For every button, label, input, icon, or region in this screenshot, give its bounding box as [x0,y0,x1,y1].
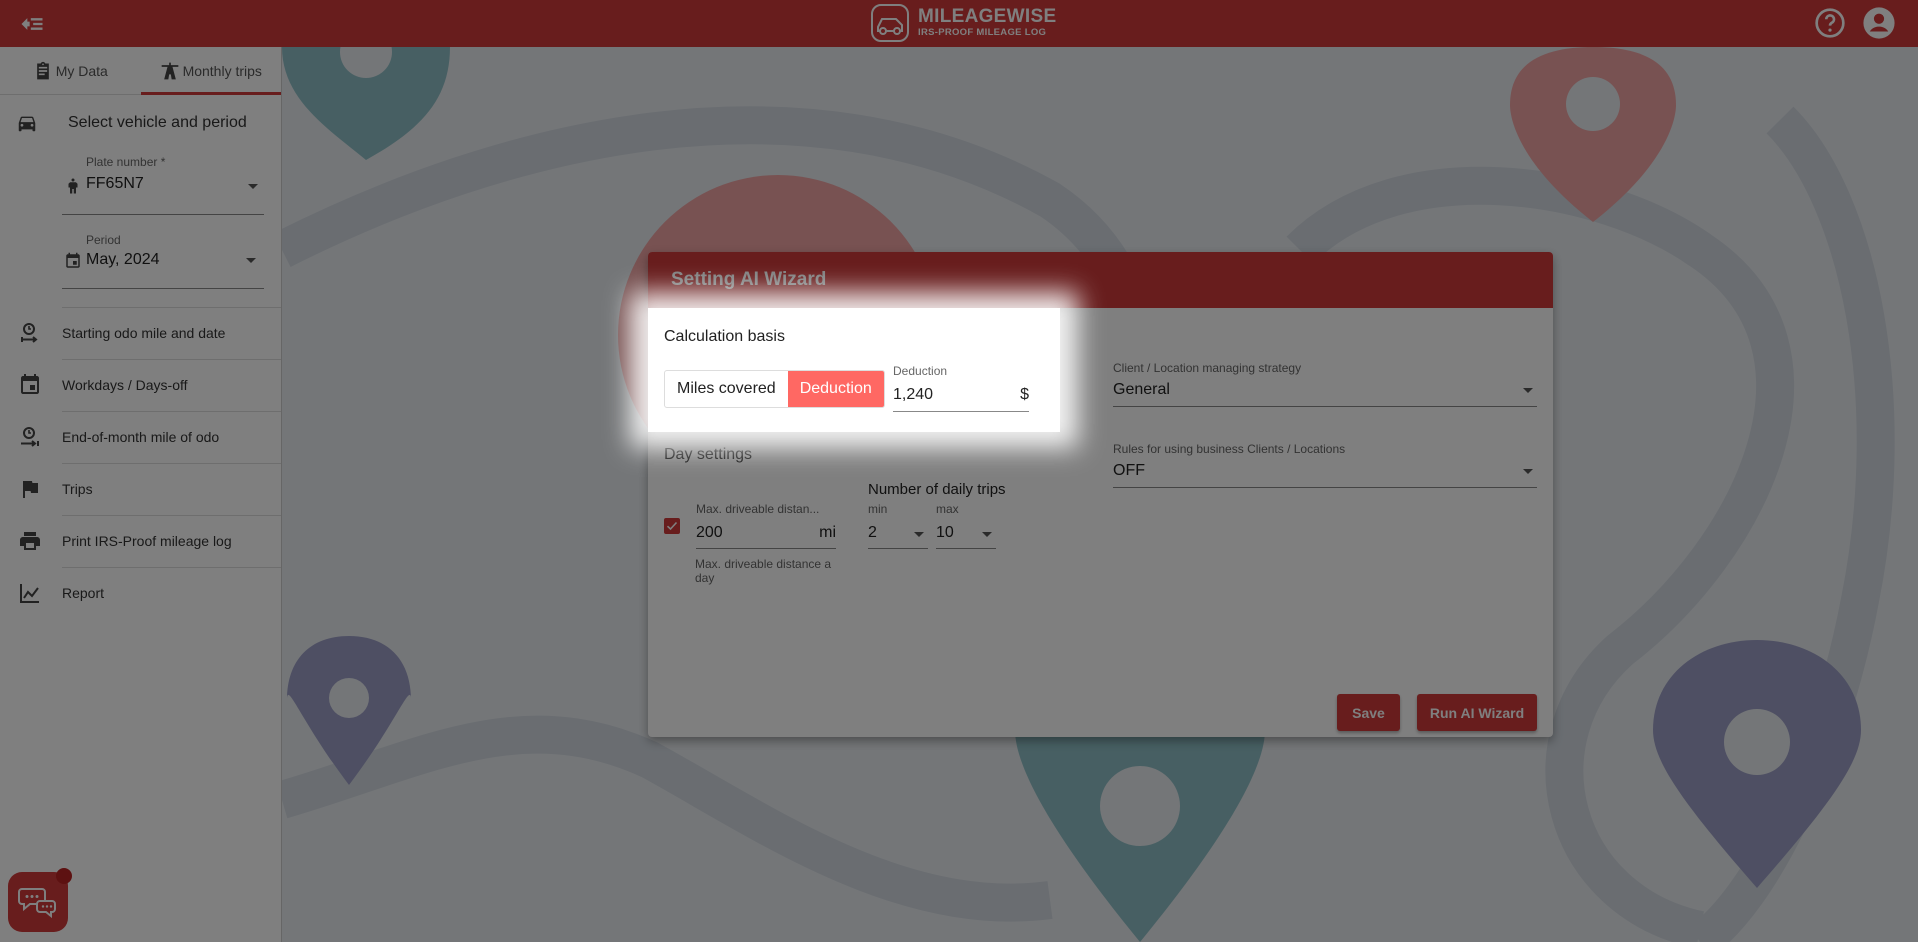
deduction-value: 1,240 [893,386,934,403]
sidebar-item-report[interactable]: Report [0,567,281,619]
period-select[interactable]: Period May, 2024 [62,229,264,289]
account-circle-icon[interactable] [1862,6,1896,40]
road-icon [161,62,178,79]
menu-open-left-icon[interactable] [18,10,46,38]
sidebar-item-label: Trips [62,481,93,497]
max-trips-label: max [936,502,959,516]
option-deduction[interactable]: Deduction [787,371,884,407]
max-distance-label: Max. driveable distan... [696,502,820,516]
car-icon [18,116,36,132]
currency-suffix: $ [1020,386,1029,403]
sidebar-nav: Starting odo mile and date Workdays / Da… [0,307,281,619]
period-value: May, 2024 [86,251,160,268]
client-strategy-value: General [1113,381,1170,398]
logo-title: MILEAGEWISE [918,6,1057,27]
min-trips-select[interactable]: min 2 [868,502,928,549]
run-ai-wizard-button[interactable]: Run AI Wizard [1417,694,1537,731]
tab-label: Monthly trips [182,62,262,79]
calculation-basis-section: Calculation basis Miles covered Deductio… [648,308,1060,432]
max-distance-value: 200 [696,524,723,541]
plate-number-select[interactable]: Plate number * FF65N7 [62,151,264,215]
sidebar-item-label: Workdays / Days-off [62,377,188,393]
calendar-icon [21,374,39,394]
calc-basis-toggle: Miles covered Deduction [664,370,885,408]
chat-widget-button[interactable] [8,868,72,932]
max-distance-suffix: mi [819,524,836,541]
car-logo-icon [871,4,909,42]
max-distance-checkbox[interactable] [664,518,680,534]
person-icon [68,178,78,194]
client-rules-label: Rules for using business Clients / Locat… [1113,442,1346,456]
client-rules-value: OFF [1113,462,1145,479]
daily-trips-heading: Number of daily trips [868,481,1006,498]
plate-number-label: Plate number * [86,155,166,169]
sidebar-item-starting-odo[interactable]: Starting odo mile and date [0,307,281,359]
sidebar-item-label: Starting odo mile and date [62,325,226,341]
sidebar-item-label: Print IRS-Proof mileage log [62,533,232,549]
max-trips-select[interactable]: max 10 [936,502,996,549]
tab-label: My Data [55,62,108,79]
chevron-down-icon [1523,469,1533,474]
option-miles-covered[interactable]: Miles covered [665,371,788,407]
road-path [276,715,1053,922]
sidebar-item-label: Report [62,585,105,601]
chevron-down-icon [982,532,992,537]
flag-icon [23,481,38,498]
period-label: Period [86,233,121,247]
mileagewise-logo[interactable]: MILEAGEWISE IRS-PROOF MILEAGE LOG [870,2,1056,44]
section-title: Select vehicle and period [68,114,247,131]
check-icon [666,521,678,531]
chart-line-icon [20,584,39,603]
help-circle-icon[interactable] [1814,7,1846,39]
chevron-down-icon [248,184,258,189]
dialog-header: Setting AI Wizard [648,252,1553,308]
tab-my-data[interactable]: My Data [0,47,141,94]
max-distance-input[interactable]: Max. driveable distan... 200 mi [696,502,836,549]
dialog-title: Setting AI Wizard [671,269,827,290]
calendar-icon [66,252,80,268]
max-trips-value: 10 [936,524,954,541]
min-trips-value: 2 [868,524,877,541]
sidebar-item-workdays[interactable]: Workdays / Days-off [0,359,281,411]
top-app-bar: MILEAGEWISE IRS-PROOF MILEAGE LOG [0,0,1918,47]
map-pin-purple-right [1653,640,1861,888]
client-strategy-select[interactable]: Client / Location managing strategy Gene… [1113,361,1537,407]
calc-basis-heading: Calculation basis [664,328,785,345]
deduction-input[interactable]: Deduction 1,240 $ [893,364,1029,412]
section-select-vehicle: Select vehicle and period [0,95,281,151]
tab-monthly-trips[interactable]: Monthly trips [140,47,282,95]
sidebar-item-end-of-month-odo[interactable]: End-of-month mile of odo [0,411,281,463]
clipboard-icon [36,61,49,79]
chevron-down-icon [1523,388,1533,393]
chat-bubbles-icon [18,888,56,919]
min-trips-label: min [868,502,888,516]
client-rules-select[interactable]: Rules for using business Clients / Locat… [1113,442,1537,488]
clock-start-icon [21,323,38,343]
sidebar-item-print-log[interactable]: Print IRS-Proof mileage log [0,515,281,567]
notification-dot [56,868,72,884]
plate-number-value: FF65N7 [86,175,144,192]
client-strategy-label: Client / Location managing strategy [1113,361,1302,375]
chevron-down-icon [914,532,924,537]
sidebar: My Data Monthly trips Select vehicle and… [0,47,282,942]
clock-end-icon [21,427,39,447]
sidebar-item-label: End-of-month mile of odo [62,429,220,445]
save-button[interactable]: Save [1337,694,1400,731]
printer-icon [20,532,40,550]
logo-subtitle: IRS-PROOF MILEAGE LOG [918,27,1047,38]
chevron-down-icon [246,258,256,263]
day-settings-heading: Day settings [664,446,753,463]
sidebar-tabs: My Data Monthly trips [0,47,281,95]
sidebar-item-trips[interactable]: Trips [0,463,281,515]
deduction-label: Deduction [893,364,948,378]
max-distance-hint: Max. driveable distance a day [695,557,832,585]
